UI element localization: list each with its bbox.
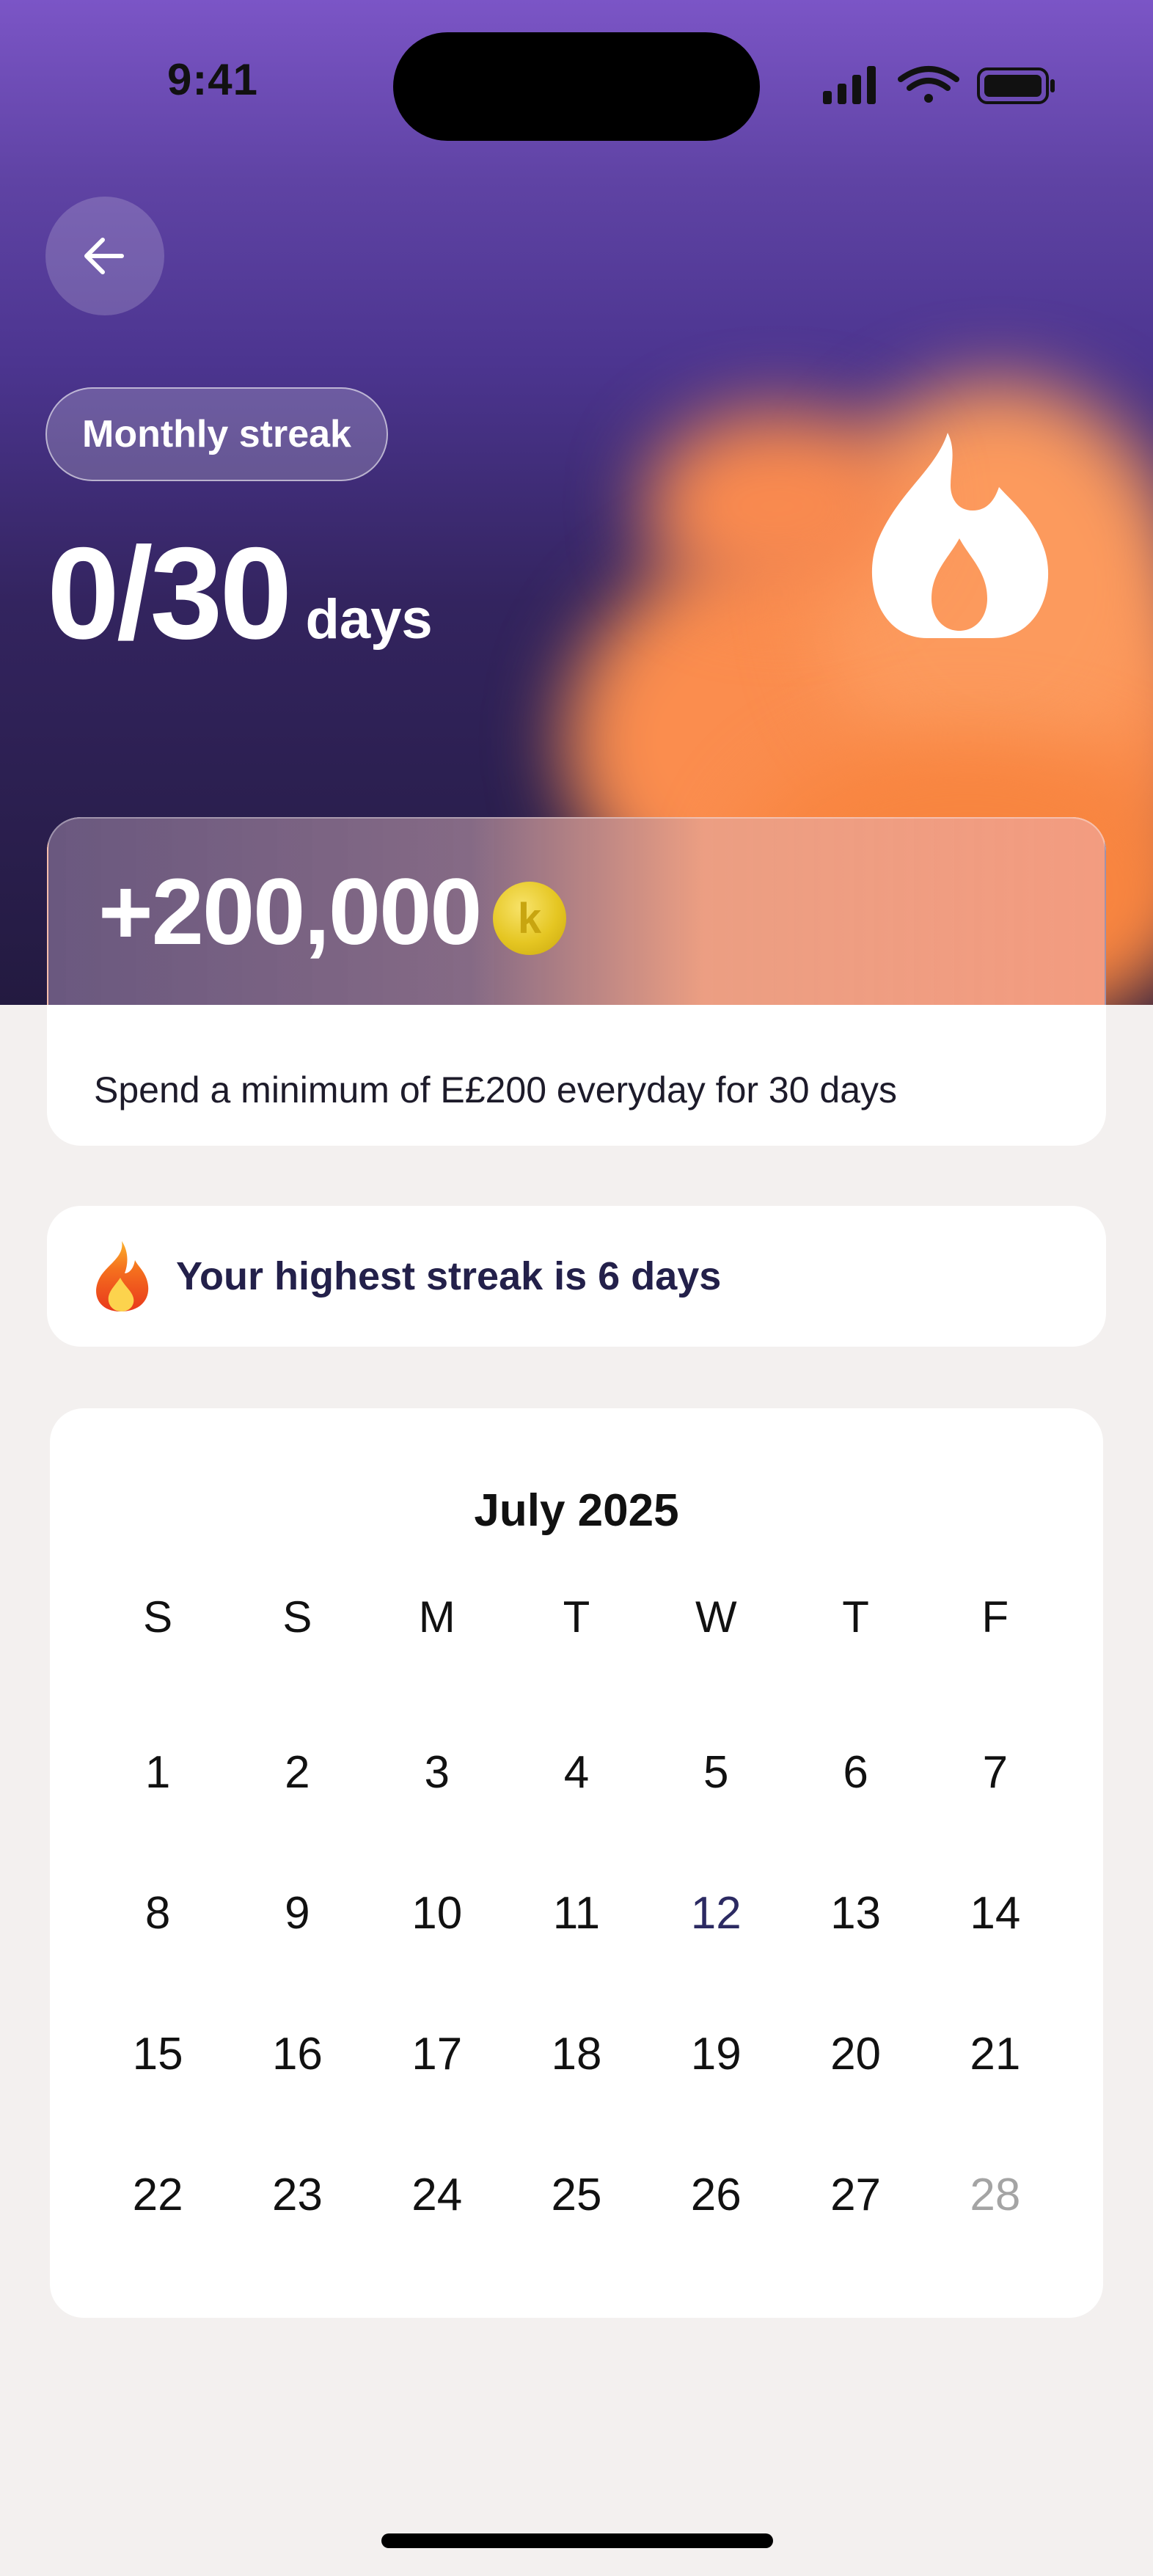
coin-symbol: k — [517, 894, 542, 943]
calendar-day[interactable]: 21 — [926, 1983, 1065, 2124]
calendar-day[interactable]: 11 — [507, 1843, 646, 1983]
weekday-label: S — [282, 1592, 312, 1642]
battery-icon — [977, 67, 1055, 104]
calendar-day-today[interactable]: 12 — [646, 1843, 786, 1983]
weekday-label: T — [563, 1592, 590, 1642]
weekday-label: S — [143, 1592, 173, 1642]
back-button[interactable] — [45, 197, 164, 315]
calendar-day[interactable]: 25 — [507, 2124, 646, 2265]
weekday-label: F — [981, 1592, 1009, 1642]
calendar-day[interactable]: 10 — [367, 1843, 507, 1983]
streak-progress: 0/30 days — [47, 528, 433, 659]
streak-calendar: July 2025 S S M T W T F 1 2 3 4 5 6 7 8 … — [50, 1408, 1103, 2318]
status-icons — [823, 66, 1055, 104]
calendar-day[interactable]: 2 — [227, 1702, 367, 1843]
wifi-icon — [898, 66, 959, 103]
reward-banner: +200,000 — [47, 817, 1106, 1005]
calendar-day[interactable]: 14 — [926, 1843, 1065, 1983]
reward-amount: +200,000 — [98, 860, 482, 965]
calendar-day-future: 28 — [970, 2169, 1021, 2220]
calendar-day[interactable]: 9 — [227, 1843, 367, 1983]
streak-type-badge: Monthly streak — [45, 387, 388, 481]
progress-unit: days — [305, 588, 433, 651]
status-time: 9:41 — [166, 55, 259, 104]
calendar-day[interactable]: 24 — [367, 2124, 507, 2265]
flame-icon — [871, 433, 1049, 638]
calendar-day[interactable]: 16 — [227, 1983, 367, 2124]
home-indicator[interactable] — [381, 2533, 773, 2548]
calendar-day[interactable]: 3 — [367, 1702, 507, 1843]
calendar-day[interactable]: 8 — [88, 1843, 227, 1983]
calendar-month: July 2025 — [474, 1485, 679, 1536]
monthly-streak-screen: 9:41 Monthly streak 0/30 days +200,000 k… — [0, 0, 1153, 2576]
calendar-grid: S S M T W T F 1 2 3 4 5 6 7 8 9 10 11 12… — [50, 1592, 1103, 2265]
calendar-day[interactable]: 18 — [507, 1983, 646, 2124]
highest-streak-card: Your highest streak is 6 days — [47, 1206, 1106, 1347]
calendar-day[interactable]: 7 — [926, 1702, 1065, 1843]
calendar-day[interactable]: 22 — [88, 2124, 227, 2265]
calendar-day[interactable]: 4 — [507, 1702, 646, 1843]
coin-icon: k — [493, 882, 566, 955]
calendar-day[interactable]: 5 — [646, 1702, 786, 1843]
calendar-day[interactable]: 1 — [88, 1702, 227, 1843]
calendar-day[interactable]: 23 — [227, 2124, 367, 2265]
dynamic-island — [393, 32, 760, 141]
highest-streak-text: Your highest streak is 6 days — [176, 1254, 722, 1298]
calendar-day[interactable]: 20 — [786, 1983, 925, 2124]
calendar-day[interactable]: 27 — [786, 2124, 925, 2265]
calendar-day[interactable]: 17 — [367, 1983, 507, 2124]
calendar-day[interactable]: 26 — [646, 2124, 786, 2265]
calendar-day[interactable]: 19 — [646, 1983, 786, 2124]
arrow-left-icon — [84, 238, 124, 274]
progress-count: 0/30 — [47, 520, 292, 666]
reward-description: Spend a minimum of E£200 everyday for 30… — [94, 1069, 898, 1110]
cellular-signal-icon — [823, 66, 876, 104]
calendar-day[interactable]: 6 — [786, 1702, 925, 1843]
calendar-day[interactable]: 15 — [88, 1983, 227, 2124]
fire-emoji-icon — [96, 1241, 149, 1311]
weekday-label: T — [842, 1592, 869, 1642]
weekday-label: M — [418, 1592, 455, 1642]
weekday-label: W — [695, 1592, 737, 1642]
calendar-day[interactable]: 13 — [786, 1843, 925, 1983]
